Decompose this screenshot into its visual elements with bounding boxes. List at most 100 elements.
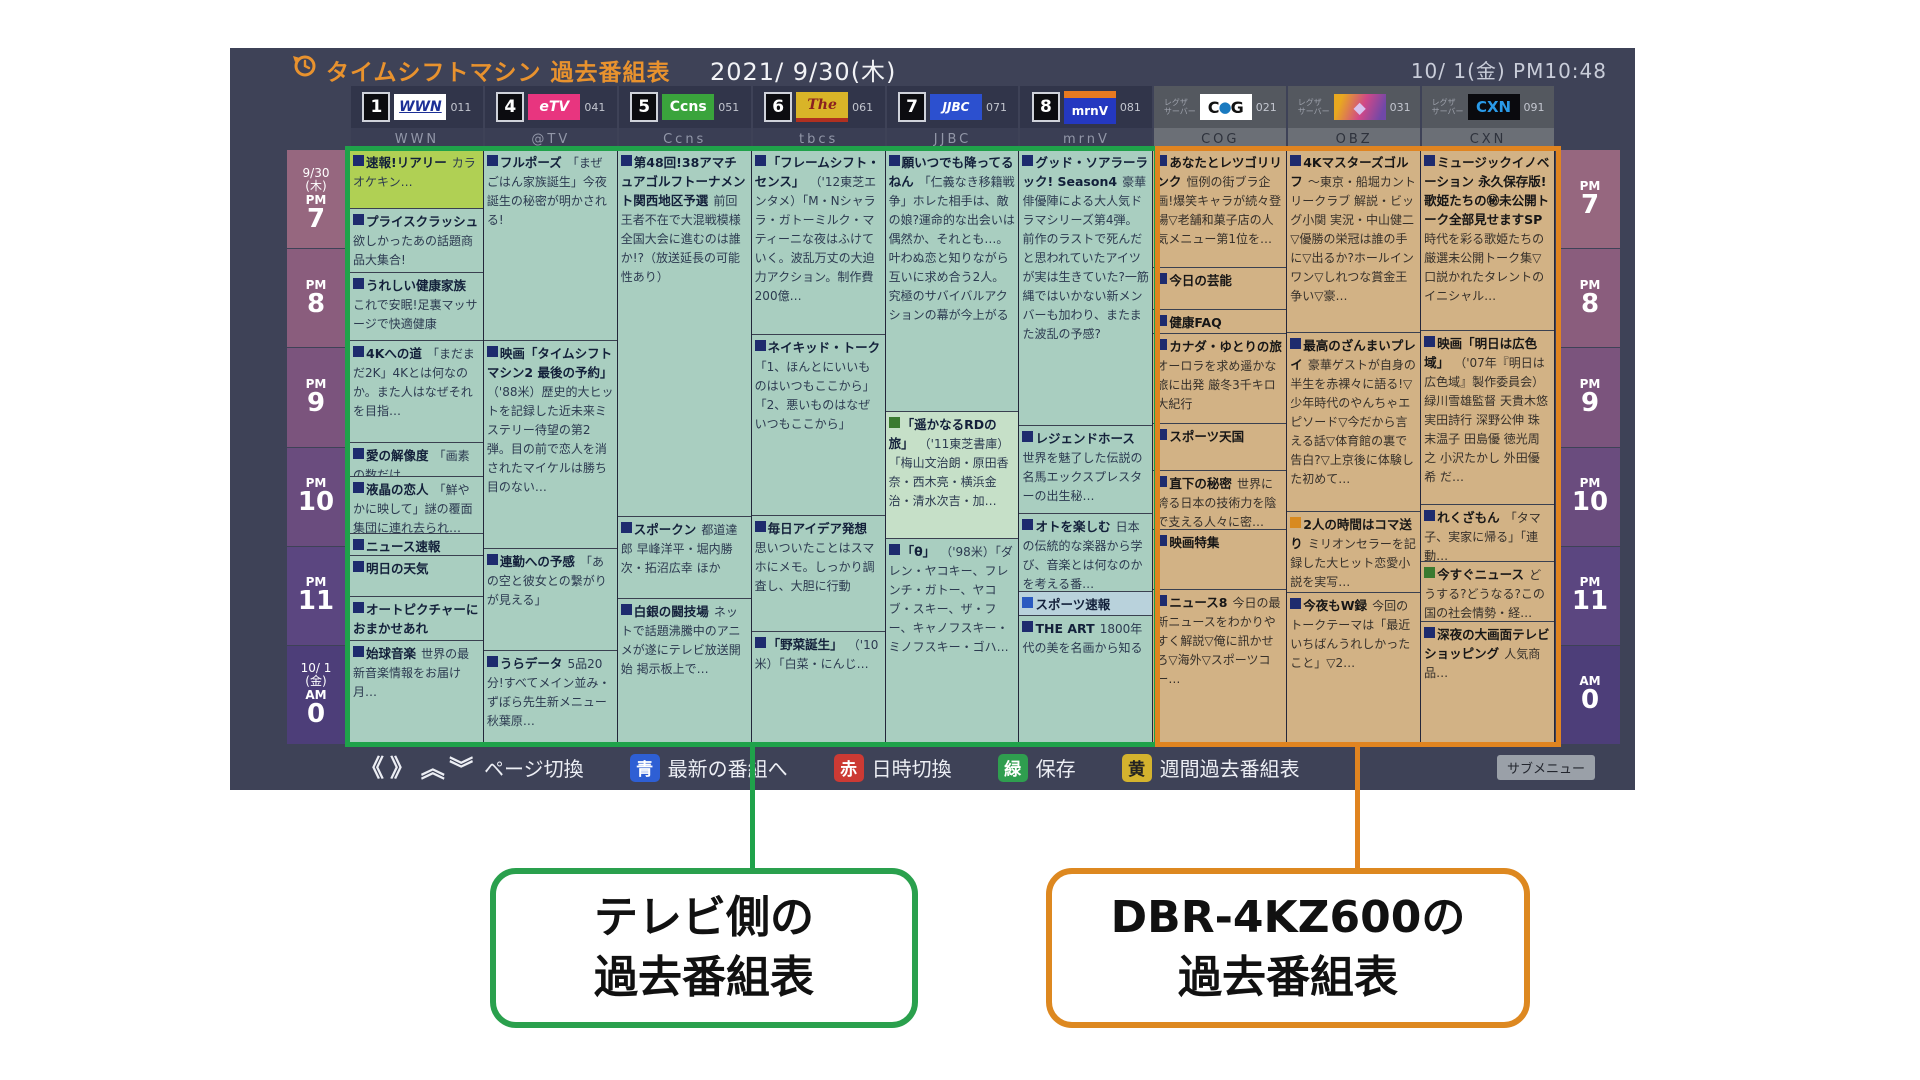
program-badge-icon [889, 155, 900, 166]
page-down-icon[interactable]: 《 [447, 756, 477, 780]
footer-bar: 《 》 《 《 ページ切換 青最新の番組へ赤日時切換緑保存黄週間過去番組表 サブ… [230, 745, 1635, 790]
program-cell[interactable]: 4Kマスターズゴルフ ～東京・船堀カントリークラブ 解説・ビッグ小関 実況・中山… [1287, 150, 1420, 333]
program-title: 毎日アイデア発想 [768, 521, 867, 536]
program-cell[interactable]: スポーツ速報 [1019, 592, 1152, 616]
program-cell[interactable]: フルポーズ 「まぜごはん家族誕生」今夜誕生の秘密が明かされる! [484, 150, 617, 341]
page-left-icon[interactable]: 《 [360, 753, 384, 783]
page-up-icon[interactable]: 《 [417, 756, 447, 780]
program-cell[interactable]: ニュース速報 [350, 534, 483, 556]
channel-header-OBZ[interactable]: レグザ サーバー◆031 [1288, 86, 1420, 128]
program-badge-icon [1290, 338, 1301, 349]
channel-header-CXN[interactable]: レグザ サーバーCXN091 [1422, 86, 1554, 128]
program-cell[interactable]: 毎日アイデア発想 思いついたことはスマホにメモ。しっかり調査し、大胆に行動 [752, 516, 885, 632]
program-cell[interactable]: 映画「タイムシフトマシン2 最後の予約」 （'88米）歴史的大ヒットを記録した近… [484, 341, 617, 548]
program-cell[interactable]: 直下の秘密 世界に誇る日本の技術力を陰で支える人々に密… [1153, 471, 1286, 530]
program-badge-icon [1022, 519, 1033, 530]
grid-date-bottom: 10/ 1 (金) [301, 662, 332, 688]
program-cell[interactable]: 白銀の闘技場 ネットで話題沸騰中のアニメが遂にテレビ放送開始 掲示板上で… [618, 599, 751, 745]
program-cell[interactable]: 明日の天気 [350, 556, 483, 598]
program-cell[interactable]: うらデータ 5品20分!すべてメイン並み・ずぼら先生新メニュー秋葉原… [484, 651, 617, 745]
channel-name-CXN: CXN [1422, 128, 1554, 150]
time-slot-PM7: PM7 [1560, 150, 1620, 248]
program-cell[interactable]: 願いつでも降ってるねん 「仁義なき移籍戦争」ホレた相手は、敵の娘?運命的な出会い… [886, 150, 1019, 412]
program-cell[interactable]: あなたとレツゴリリンク 恒例の街ブラ企画!爆笑キャラが続々登場▽老舗和菓子店の人… [1153, 150, 1286, 268]
channel-header-Ccns[interactable]: 5Ccns051 [619, 86, 751, 128]
channel-header-COG[interactable]: レグザ サーバーC●G021 [1154, 86, 1286, 128]
channel-header-JJBC[interactable]: 7JJBC071 [887, 86, 1019, 128]
program-cell[interactable]: 深夜の大画面テレビショッピング 人気商品… [1421, 622, 1554, 745]
color-button-青[interactable]: 青最新の番組へ [630, 753, 788, 782]
channel-header-mrnV[interactable]: 8mrnV081 [1020, 86, 1152, 128]
program-cell[interactable]: れくざもん 「タマ子、実家に帰る」「連動… [1421, 505, 1554, 562]
channel-header-@TV[interactable]: 4eTV041 [485, 86, 617, 128]
program-cell[interactable]: レジェンドホース 世界を魅了した伝説の名馬エックスプレスターの出生秘… [1019, 426, 1152, 514]
color-button-黄[interactable]: 黄週間過去番組表 [1122, 753, 1300, 782]
program-cell[interactable]: カナダ・ゆとりの旅 オーロラを求め遥かな旅に出発 厳冬3千キロ大紀行 [1153, 334, 1286, 423]
time-slot-PM8: PM8 [287, 249, 345, 347]
program-cell[interactable]: ニュース8 今日の最新ニュースをわかりやすく解説▽俺に訊かせろ▽海外▽スポーツコ… [1153, 590, 1286, 745]
@tv-logo-icon: eTV [528, 94, 580, 120]
time-slot-PM8: PM8 [1560, 249, 1620, 347]
program-cell[interactable]: 液晶の恋人 「鮮やかに映して」謎の覆面集団に連れ去られ… [350, 477, 483, 534]
timeshift-clock-icon [292, 53, 318, 79]
program-cell[interactable]: 健康FAQ [1153, 310, 1286, 335]
program-badge-icon [621, 604, 632, 615]
program-cell[interactable]: 「フレームシフト・センス」 （'12東芝エンタメ）「M・Nシャララ・ガトーミルク… [752, 150, 885, 335]
program-cell[interactable]: スポークン 都道達郎 早峰洋平・堀内勝次・拓沼広幸 ほか [618, 517, 751, 599]
page-right-icon[interactable]: 》 [390, 753, 414, 783]
channel-number: 6 [764, 92, 792, 122]
channel-code: 081 [1120, 101, 1141, 114]
program-cell[interactable]: 最高のざんまいプレイ 豪華ゲストが自身の半生を赤裸々に語る!▽少年時代のやんちゃ… [1287, 333, 1420, 512]
program-cell[interactable]: 連勤への予感 「あの空と彼女との繋がりが見える」 [484, 549, 617, 651]
program-badge-icon [487, 554, 498, 565]
program-cell[interactable]: THE ART 1800年代の美を名画から知る [1019, 616, 1152, 745]
epg-screen: タイムシフトマシン 過去番組表 2021/ 9/30(木) 10/ 1(金) P… [230, 48, 1635, 790]
program-title: 健康FAQ [1169, 315, 1221, 330]
program-cell[interactable]: 愛の解像度 「画素の数だけ… [350, 443, 483, 478]
program-cell[interactable]: 「遥かなるRDの旅」 （'11東芝書庫）「梅山文治朗・原田香奈・西木亮・横浜金治… [886, 412, 1019, 539]
program-cell[interactable]: 4Kへの道 「まだまだ2K」4Kとは何なのか。また人はなぜそれを目指… [350, 341, 483, 442]
program-cell[interactable]: ミュージックイノベーション 永久保存版!歌姫たちの㊙未公開トーク全部見せますSP… [1421, 150, 1554, 331]
program-cell[interactable]: 2人の時間はコマ送り ミリオンセラーを記録した大ヒット恋愛小説を実写… [1287, 512, 1420, 593]
program-cell[interactable]: オートピクチャーにおまかせあれ [350, 597, 483, 641]
program-badge-icon [1290, 517, 1301, 528]
color-button-赤[interactable]: 赤日時切換 [834, 753, 952, 782]
program-badge-icon [1424, 627, 1435, 638]
program-badge-icon [1022, 155, 1033, 166]
jjbc-logo-icon: JJBC [930, 94, 982, 120]
program-cell[interactable]: 今すぐニュース どうする?どうなる?この国の社会情勢・経… [1421, 562, 1554, 622]
program-cell[interactable]: 映画特集 [1153, 530, 1286, 590]
submenu-button[interactable]: サブメニュー [1497, 755, 1595, 780]
callout-line: DBR-4KZ600の [1111, 888, 1466, 948]
program-cell[interactable]: 速報!リアリー カラオケキン… [350, 150, 483, 209]
program-cell[interactable]: プライスクラッシュ 欲しかったあの話題商品大集合! [350, 209, 483, 273]
current-grid-date: 2021/ 9/30(木) [710, 52, 896, 87]
program-cell[interactable]: 第48回!38アマチュアゴルフトーナメント関西地区予選 前回王者不在で大混戦模様… [618, 150, 751, 517]
program-cell[interactable]: スポーツ天国 [1153, 424, 1286, 472]
channel-header-tbcs[interactable]: 6The061 [753, 86, 885, 128]
program-cell[interactable]: うれしい健康家族 これで安眠!足裏マッサージで快適健康 [350, 273, 483, 341]
channel-header-WWN[interactable]: 1WWN011 [351, 86, 483, 128]
program-cell[interactable]: オトを楽しむ 日本の伝統的な楽器から学び、音楽とは何なのかを考える番… [1019, 514, 1152, 592]
color-button-緑[interactable]: 緑保存 [998, 753, 1076, 782]
program-cell[interactable]: 今夜もW録 今回のトークテーマは「最近いちばんうれしかったこと」▽2… [1287, 593, 1420, 745]
time-hour: 9 [307, 390, 325, 416]
grid-column-Ccns: 第48回!38アマチュアゴルフトーナメント関西地区予選 前回王者不在で大混戦模様… [618, 150, 752, 745]
program-cell[interactable]: 「θ」 （'98米）「ダレン・ヤコキー、フレンチ・ガトー、ヤコブ・スキー、ザ・フ… [886, 539, 1019, 745]
program-badge-icon [1022, 621, 1033, 632]
program-cell[interactable]: グッド・ソアラーラック! Season4 豪華俳優陣による大人気ドラマシリーズ第… [1019, 150, 1152, 426]
program-badge-icon [487, 155, 498, 166]
program-cell[interactable]: ネイキッド・トーク 「1、ほんとにいいものはいつもここから」「2、悪いものはなぜ… [752, 335, 885, 515]
program-badge-icon [1424, 567, 1435, 578]
program-desc: 「1、ほんとにいいものはいつもここから」「2、悪いものはなぜいつもここから」 [755, 360, 875, 431]
program-cell[interactable]: 始球音楽 世界の最新音楽情報をお届け 月… [350, 641, 483, 745]
program-cell[interactable]: 「野菜誕生」 （'10米）「白菜・にんじ… [752, 632, 885, 745]
program-cell[interactable]: 映画「明日は広色域」 （'07年『明日は広色域』製作委員会）緑川雪雄監督 天貴木… [1421, 331, 1554, 505]
program-cell[interactable]: 今日の芸能 [1153, 268, 1286, 310]
color-button-label: 保存 [1036, 753, 1076, 782]
obz-logo-icon: ◆ [1334, 94, 1386, 120]
program-title: 映画特集 [1169, 535, 1219, 550]
page-arrows: 《 》 《 《 [360, 753, 474, 783]
channel-name-row: WWN@TVCcnstbcsJJBCmrnVCOGOBZCXN [350, 128, 1555, 150]
channel-name-OBZ: OBZ [1288, 128, 1420, 150]
